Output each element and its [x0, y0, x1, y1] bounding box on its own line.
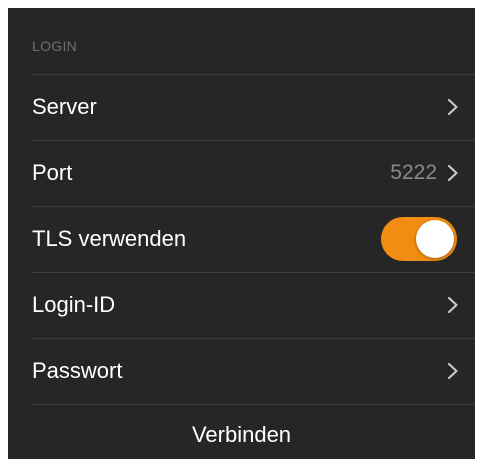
server-row[interactable]: Server — [8, 74, 475, 140]
chevron-right-icon — [447, 98, 459, 116]
section-header-login: LOGIN — [32, 38, 78, 54]
connect-button-label: Verbinden — [191, 422, 292, 447]
connect-button[interactable]: Verbinden — [8, 404, 475, 459]
login-id-label: Login-ID — [32, 292, 116, 317]
toggle-knob — [416, 220, 454, 258]
chevron-right-icon — [447, 362, 459, 380]
chevron-right-icon — [447, 296, 459, 314]
login-settings-panel: LOGIN Server Port 5222 TLS verwenden Log… — [8, 8, 475, 459]
port-row[interactable]: Port 5222 — [8, 140, 475, 206]
port-value: 5222 — [390, 161, 437, 184]
tls-label: TLS verwenden — [32, 226, 187, 251]
password-label: Passwort — [32, 358, 123, 383]
tls-toggle[interactable] — [381, 217, 457, 261]
port-label: Port — [32, 160, 73, 185]
chevron-right-icon — [447, 164, 459, 182]
tls-row: TLS verwenden — [8, 206, 475, 272]
password-row[interactable]: Passwort — [8, 338, 475, 404]
server-label: Server — [32, 94, 97, 119]
login-id-row[interactable]: Login-ID — [8, 272, 475, 338]
